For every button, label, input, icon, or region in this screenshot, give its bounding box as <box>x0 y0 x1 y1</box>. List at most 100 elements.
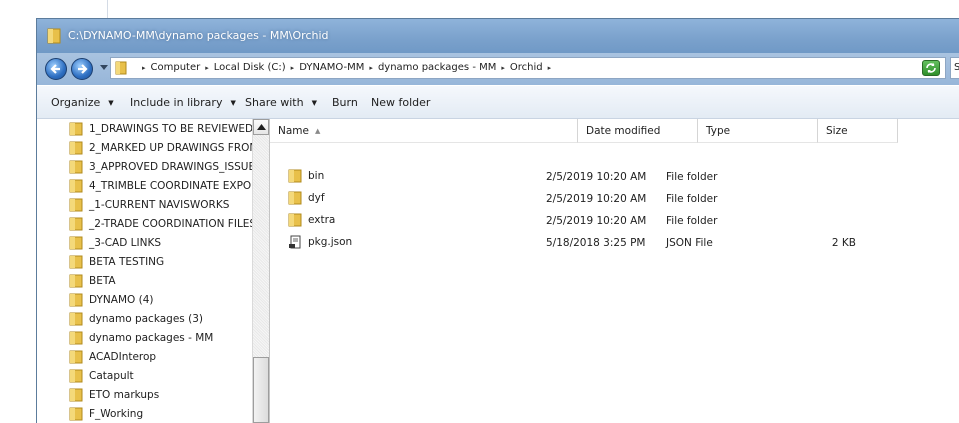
folder-icon <box>69 141 83 154</box>
chevron-down-icon: ▼ <box>108 99 114 107</box>
nav-folder-label: 2_MARKED UP DRAWINGS FROM <box>89 141 255 154</box>
scroll-up-button[interactable] <box>253 119 269 135</box>
breadcrumb-local-disk[interactable]: Local Disk (C:) <box>214 62 286 73</box>
nav-folder-label: ACADInterop <box>89 350 157 363</box>
share-with-menu[interactable]: Share with ▼ <box>245 96 317 109</box>
folder-icon <box>69 274 83 287</box>
chevron-right-icon[interactable]: ▸ <box>369 64 373 72</box>
breadcrumb-dynamo-packages-mm[interactable]: dynamo packages - MM <box>378 62 496 73</box>
breadcrumb-orchid[interactable]: Orchid <box>510 62 543 73</box>
column-header-name-label: Name <box>278 125 309 137</box>
chevron-right-icon[interactable]: ▸ <box>548 64 552 72</box>
back-button[interactable] <box>45 58 67 80</box>
nav-folder-item[interactable]: 1_DRAWINGS TO BE REVIEWED <box>69 119 253 138</box>
navigation-bar: ▸ Computer ▸ Local Disk (C:) ▸ DYNAMO-MM ▸ d… <box>37 53 959 85</box>
file-name: bin <box>308 170 325 182</box>
folder-icon <box>69 255 83 268</box>
nav-folder-label: _1-CURRENT NAVISWORKS <box>89 198 230 211</box>
file-name-cell: bin <box>288 169 324 183</box>
nav-folder-label: 3_APPROVED DRAWINGS_ISSUE <box>89 160 255 173</box>
nav-folder-item[interactable]: 2_MARKED UP DRAWINGS FROM <box>69 138 255 157</box>
recent-pages-dropdown-icon[interactable] <box>100 65 108 71</box>
nav-folder-item[interactable]: F_Working <box>69 404 143 423</box>
forward-button[interactable] <box>71 58 93 80</box>
forward-arrow-icon <box>78 64 88 74</box>
folder-icon <box>69 198 83 211</box>
folder-icon <box>69 312 83 325</box>
chevron-right-icon[interactable]: ▸ <box>205 64 209 72</box>
date-modified-cell: 5/18/2018 3:25 PM <box>546 237 646 249</box>
include-in-library-label: Include in library <box>130 96 223 109</box>
date-modified-cell: 2/5/2019 10:20 AM <box>546 193 647 205</box>
date-modified-cell: 2/5/2019 10:20 AM <box>546 215 647 227</box>
folder-icon <box>115 61 127 75</box>
table-row[interactable]: bin 2/5/2019 10:20 AM File folder <box>270 166 959 188</box>
new-folder-button[interactable]: New folder <box>371 96 430 109</box>
breadcrumb-computer[interactable]: Computer <box>151 62 201 73</box>
folder-icon <box>69 217 83 230</box>
chevron-down-icon: ▼ <box>230 99 236 107</box>
nav-folder-item[interactable]: _3-CAD LINKS <box>69 233 161 252</box>
chevron-right-icon[interactable]: ▸ <box>142 64 146 72</box>
folder-icon <box>69 122 83 135</box>
folder-icon <box>288 169 302 183</box>
scroll-thumb[interactable] <box>253 357 269 423</box>
type-cell: File folder <box>666 215 718 227</box>
explorer-window: C:\DYNAMO-MM\dynamo packages - MM\Orchid… <box>36 18 959 423</box>
nav-folder-label: Catapult <box>89 369 134 382</box>
type-cell: File folder <box>666 171 718 183</box>
nav-folder-label: _2-TRADE COORDINATION FILES <box>89 217 255 230</box>
burn-button[interactable]: Burn <box>332 96 358 109</box>
nav-folder-label: dynamo packages - MM <box>89 331 214 344</box>
nav-folder-item[interactable]: DYNAMO (4) <box>69 290 154 309</box>
nav-folder-label: dynamo packages (3) <box>89 312 203 325</box>
table-row[interactable]: extra 2/5/2019 10:20 AM File folder <box>270 210 959 232</box>
column-header-size[interactable]: Size <box>818 119 898 143</box>
nav-folder-label: DYNAMO (4) <box>89 293 154 306</box>
nav-folder-item[interactable]: ETO markups <box>69 385 159 404</box>
column-header-name[interactable]: Name ▲ <box>270 119 578 143</box>
folder-icon <box>69 236 83 249</box>
nav-folder-item[interactable]: Catapult <box>69 366 134 385</box>
address-bar[interactable]: ▸ Computer ▸ Local Disk (C:) ▸ DYNAMO-MM ▸ d… <box>110 57 946 79</box>
chevron-up-icon <box>257 124 266 130</box>
type-cell: File folder <box>666 193 718 205</box>
navigation-pane[interactable]: 1_DRAWINGS TO BE REVIEWED 2_MARKED UP DR… <box>37 119 255 423</box>
chevron-right-icon[interactable]: ▸ <box>291 64 295 72</box>
table-row[interactable]: dyf 2/5/2019 10:20 AM File folder <box>270 188 959 210</box>
include-in-library-menu[interactable]: Include in library ▼ <box>130 96 236 109</box>
nav-folder-label: BETA TESTING <box>89 255 165 268</box>
nav-folder-item[interactable]: _2-TRADE COORDINATION FILES <box>69 214 255 233</box>
date-modified-cell: 2/5/2019 10:20 AM <box>546 171 647 183</box>
file-name-cell: dyf <box>288 191 325 205</box>
organize-menu[interactable]: Organize ▼ <box>51 96 114 109</box>
file-name-cell: extra <box>288 213 335 227</box>
column-header-date-modified[interactable]: Date modified <box>578 119 698 143</box>
breadcrumb: ▸ Computer ▸ Local Disk (C:) ▸ DYNAMO-MM ▸ d… <box>137 62 556 73</box>
nav-folder-item[interactable]: BETA TESTING <box>69 252 164 271</box>
organize-label: Organize <box>51 96 101 109</box>
nav-folder-item[interactable]: ACADInterop <box>69 347 156 366</box>
file-name: pkg.json <box>308 236 353 248</box>
table-row[interactable]: pkg.json 5/18/2018 3:25 PM JSON File 2 K… <box>270 232 959 254</box>
search-input[interactable]: S <box>950 57 959 79</box>
background-divider <box>107 0 108 18</box>
nav-folder-item[interactable]: 3_APPROVED DRAWINGS_ISSUE <box>69 157 255 176</box>
folder-icon <box>288 191 302 205</box>
breadcrumb-dynamo-mm[interactable]: DYNAMO-MM <box>299 62 364 73</box>
refresh-button[interactable] <box>922 60 940 76</box>
file-name: dyf <box>308 192 325 204</box>
folder-icon <box>69 160 83 173</box>
nav-folder-item[interactable]: dynamo packages - MM <box>69 328 213 347</box>
nav-folder-item[interactable]: BETA <box>69 271 116 290</box>
column-header-type[interactable]: Type <box>698 119 818 143</box>
nav-folder-item[interactable]: dynamo packages (3) <box>69 309 203 328</box>
file-name-cell: pkg.json <box>288 235 352 249</box>
title-bar[interactable]: C:\DYNAMO-MM\dynamo packages - MM\Orchid <box>37 19 959 53</box>
nav-folder-item[interactable]: _1-CURRENT NAVISWORKS <box>69 195 229 214</box>
nav-folder-item[interactable]: 4_TRIMBLE COORDINATE EXPORT <box>69 176 255 195</box>
chevron-right-icon[interactable]: ▸ <box>501 64 505 72</box>
window-title: C:\DYNAMO-MM\dynamo packages - MM\Orchid <box>68 29 329 42</box>
navigation-scrollbar[interactable] <box>252 119 270 423</box>
folder-icon <box>69 179 83 192</box>
